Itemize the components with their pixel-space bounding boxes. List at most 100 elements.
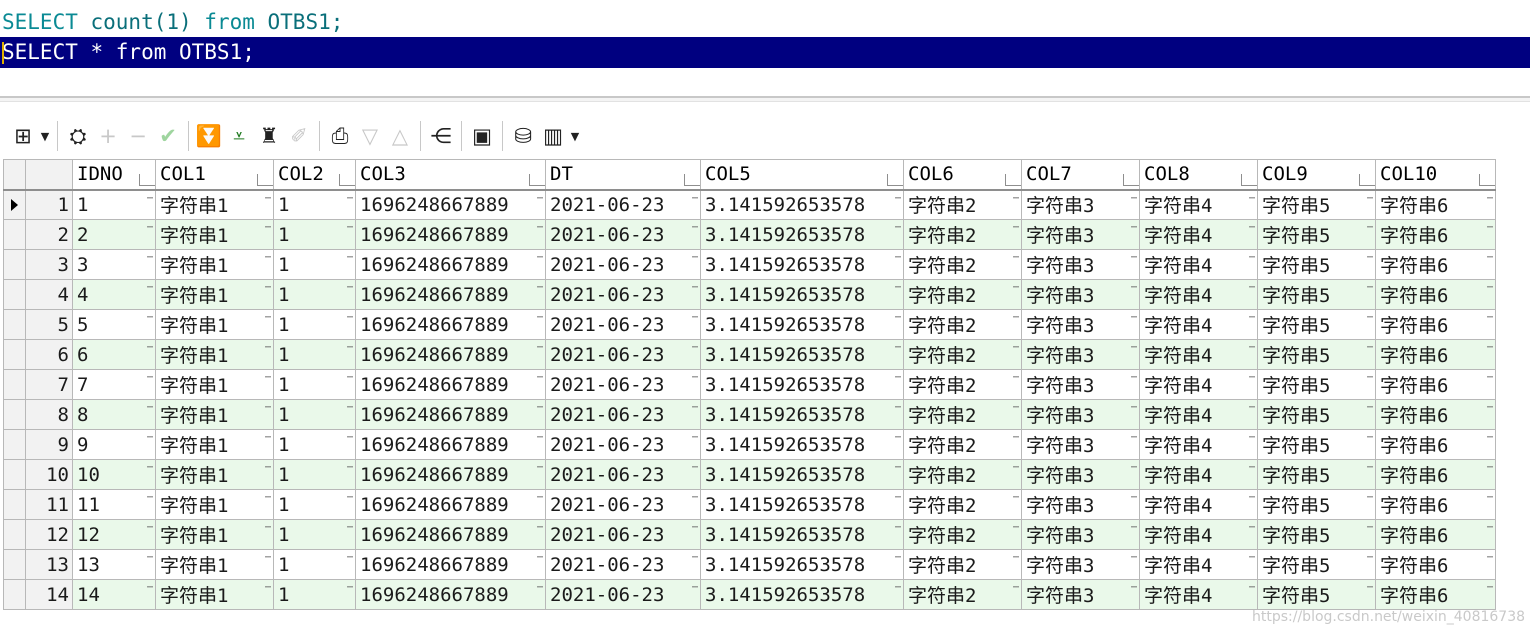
cell-editor-ellipsis-button[interactable]: ⋯ <box>347 583 353 593</box>
row-number[interactable]: 8 <box>25 399 73 430</box>
row-number[interactable]: 7 <box>25 369 73 400</box>
cell-editor-ellipsis-button[interactable]: ⋯ <box>1013 553 1019 563</box>
row-indicator[interactable] <box>3 189 26 220</box>
cell-editor-ellipsis-button[interactable]: ⋯ <box>1367 193 1373 204</box>
cell-col8[interactable]: 字符串4 ⋯ <box>1139 189 1258 220</box>
cell-editor-ellipsis-button[interactable]: ⋯ <box>1367 313 1373 323</box>
cell-col6[interactable]: 字符串2 ⋯ <box>903 189 1022 220</box>
cell-editor-ellipsis-button[interactable]: ⋯ <box>147 283 153 293</box>
cell-dt[interactable]: 2021-06-23 ⋯ <box>545 369 701 400</box>
row-indicator[interactable] <box>3 579 26 610</box>
cell-editor-ellipsis-button[interactable]: ⋯ <box>1131 583 1137 593</box>
cell-col3[interactable]: 1696248667889 ⋯ <box>355 459 546 490</box>
cell-col1[interactable]: 字符串1 ⋯ <box>155 489 274 520</box>
grid-menu-icon[interactable]: ⊞ <box>8 120 38 152</box>
cell-col3[interactable]: 1696248667889 ⋯ <box>355 249 546 280</box>
sql-editor[interactable]: SELECT count(1) from OTBS1; SELECT * fro… <box>0 0 1530 92</box>
cell-idno[interactable]: 7 ⋯ <box>72 369 156 400</box>
cell-col9[interactable]: 字符串5 ⋯ <box>1257 249 1376 280</box>
cell-editor-ellipsis-button[interactable]: ⋯ <box>895 403 901 413</box>
cell-editor-ellipsis-button[interactable]: ⋯ <box>147 553 153 563</box>
cell-editor-ellipsis-button[interactable]: ⋯ <box>692 313 698 323</box>
cell-col9[interactable]: 字符串5 ⋯ <box>1257 429 1376 460</box>
table-row[interactable]: 2 2 ⋯ 字符串1 ⋯ 1 ⋯ 1696248667889 ⋯ 2021-06-23 ⋯ 3.141… <box>3 219 1496 250</box>
column-header-col9[interactable]: COL9 <box>1257 159 1376 191</box>
cell-dt[interactable]: 2021-06-23 ⋯ <box>545 309 701 340</box>
row-number[interactable]: 4 <box>25 279 73 310</box>
cell-editor-ellipsis-button[interactable]: ⋯ <box>1249 193 1255 204</box>
cell-col2[interactable]: 1 ⋯ <box>273 519 356 550</box>
cell-col8[interactable]: 字符串4 ⋯ <box>1139 339 1258 370</box>
table-row[interactable]: 8 8 ⋯ 字符串1 ⋯ 1 ⋯ 1696248667889 ⋯ 2021-06-23 ⋯ 3.141… <box>3 399 1496 430</box>
cell-col8[interactable]: 字符串4 ⋯ <box>1139 579 1258 610</box>
cell-editor-ellipsis-button[interactable]: ⋯ <box>1249 283 1255 293</box>
cell-col2[interactable]: 1 ⋯ <box>273 369 356 400</box>
cell-col7[interactable]: 字符串3 ⋯ <box>1021 489 1140 520</box>
cell-editor-ellipsis-button[interactable]: ⋯ <box>692 223 698 233</box>
cell-editor-ellipsis-button[interactable]: ⋯ <box>265 313 271 323</box>
cell-col6[interactable]: 字符串2 ⋯ <box>903 249 1022 280</box>
cell-col7[interactable]: 字符串3 ⋯ <box>1021 519 1140 550</box>
cell-editor-ellipsis-button[interactable]: ⋯ <box>537 313 543 323</box>
cell-col7[interactable]: 字符串3 ⋯ <box>1021 429 1140 460</box>
cell-editor-ellipsis-button[interactable]: ⋯ <box>1487 253 1493 263</box>
row-number[interactable]: 2 <box>25 219 73 250</box>
cell-editor-ellipsis-button[interactable]: ⋯ <box>1131 223 1137 233</box>
cell-col9[interactable]: 字符串5 ⋯ <box>1257 549 1376 580</box>
sql-line-1[interactable]: SELECT count(1) from OTBS1; <box>0 7 1530 37</box>
cell-col1[interactable]: 字符串1 ⋯ <box>155 429 274 460</box>
table-row[interactable]: 5 5 ⋯ 字符串1 ⋯ 1 ⋯ 1696248667889 ⋯ 2021-06-23 ⋯ 3.141… <box>3 309 1496 340</box>
cell-editor-ellipsis-button[interactable]: ⋯ <box>1367 223 1373 233</box>
find-binoculars-icon[interactable]: ♜ <box>254 120 284 152</box>
row-indicator[interactable] <box>3 519 26 550</box>
row-number[interactable]: 13 <box>25 549 73 580</box>
table-row[interactable]: 3 3 ⋯ 字符串1 ⋯ 1 ⋯ 1696248667889 ⋯ 2021-06-23 ⋯ 3.141… <box>3 249 1496 280</box>
cell-editor-ellipsis-button[interactable]: ⋯ <box>1013 433 1019 443</box>
delete-record-icon[interactable]: − <box>123 120 153 152</box>
cell-col10[interactable]: 字符串6 ⋯ <box>1375 519 1496 550</box>
cell-editor-ellipsis-button[interactable]: ⋯ <box>692 553 698 563</box>
cell-col9[interactable]: 字符串5 ⋯ <box>1257 189 1376 220</box>
row-indicator[interactable] <box>3 489 26 520</box>
cell-col2[interactable]: 1 ⋯ <box>273 249 356 280</box>
chart-icon[interactable]: ▥ <box>538 120 568 152</box>
row-indicator[interactable] <box>3 339 26 370</box>
cell-col3[interactable]: 1696248667889 ⋯ <box>355 549 546 580</box>
fetch-next-page-icon[interactable]: ⏬ <box>194 120 224 152</box>
column-header-col10[interactable]: COL10 <box>1375 159 1496 191</box>
cell-editor-ellipsis-button[interactable]: ⋯ <box>1367 523 1373 533</box>
cell-col2[interactable]: 1 ⋯ <box>273 549 356 580</box>
cell-col5[interactable]: 3.141592653578 ⋯ <box>700 459 904 490</box>
column-sort-handle[interactable] <box>1123 173 1139 186</box>
column-sort-handle[interactable] <box>257 173 273 186</box>
table-row[interactable]: 10 10 ⋯ 字符串1 ⋯ 1 ⋯ 1696248667889 ⋯ 2021-06-23 ⋯ 3.1… <box>3 459 1496 490</box>
cell-idno[interactable]: 8 ⋯ <box>72 399 156 430</box>
cell-editor-ellipsis-button[interactable]: ⋯ <box>1131 313 1137 323</box>
cell-col2[interactable]: 1 ⋯ <box>273 279 356 310</box>
cell-editor-ellipsis-button[interactable]: ⋯ <box>1131 523 1137 533</box>
cell-editor-ellipsis-button[interactable]: ⋯ <box>895 583 901 593</box>
cell-editor-ellipsis-button[interactable]: ⋯ <box>347 283 353 293</box>
cell-col6[interactable]: 字符串2 ⋯ <box>903 489 1022 520</box>
cell-editor-ellipsis-button[interactable]: ⋯ <box>1487 193 1493 204</box>
cell-editor-ellipsis-button[interactable]: ⋯ <box>1013 193 1019 204</box>
column-sort-handle[interactable] <box>339 173 355 186</box>
cell-col1[interactable]: 字符串1 ⋯ <box>155 189 274 220</box>
cell-col10[interactable]: 字符串6 ⋯ <box>1375 309 1496 340</box>
cell-editor-ellipsis-button[interactable]: ⋯ <box>1367 373 1373 383</box>
cell-col9[interactable]: 字符串5 ⋯ <box>1257 219 1376 250</box>
cell-col6[interactable]: 字符串2 ⋯ <box>903 549 1022 580</box>
cell-editor-ellipsis-button[interactable]: ⋯ <box>1013 283 1019 293</box>
cell-editor-ellipsis-button[interactable]: ⋯ <box>895 523 901 533</box>
cell-col7[interactable]: 字符串3 ⋯ <box>1021 189 1140 220</box>
cell-editor-ellipsis-button[interactable]: ⋯ <box>1249 583 1255 593</box>
cell-editor-ellipsis-button[interactable]: ⋯ <box>347 553 353 563</box>
cell-idno[interactable]: 5 ⋯ <box>72 309 156 340</box>
row-indicator[interactable] <box>3 549 26 580</box>
cell-editor-ellipsis-button[interactable]: ⋯ <box>1013 493 1019 503</box>
cell-editor-ellipsis-button[interactable]: ⋯ <box>692 343 698 353</box>
cell-editor-ellipsis-button[interactable]: ⋯ <box>1487 313 1493 323</box>
cell-dt[interactable]: 2021-06-23 ⋯ <box>545 519 701 550</box>
cell-col1[interactable]: 字符串1 ⋯ <box>155 519 274 550</box>
cell-editor-ellipsis-button[interactable]: ⋯ <box>895 493 901 503</box>
